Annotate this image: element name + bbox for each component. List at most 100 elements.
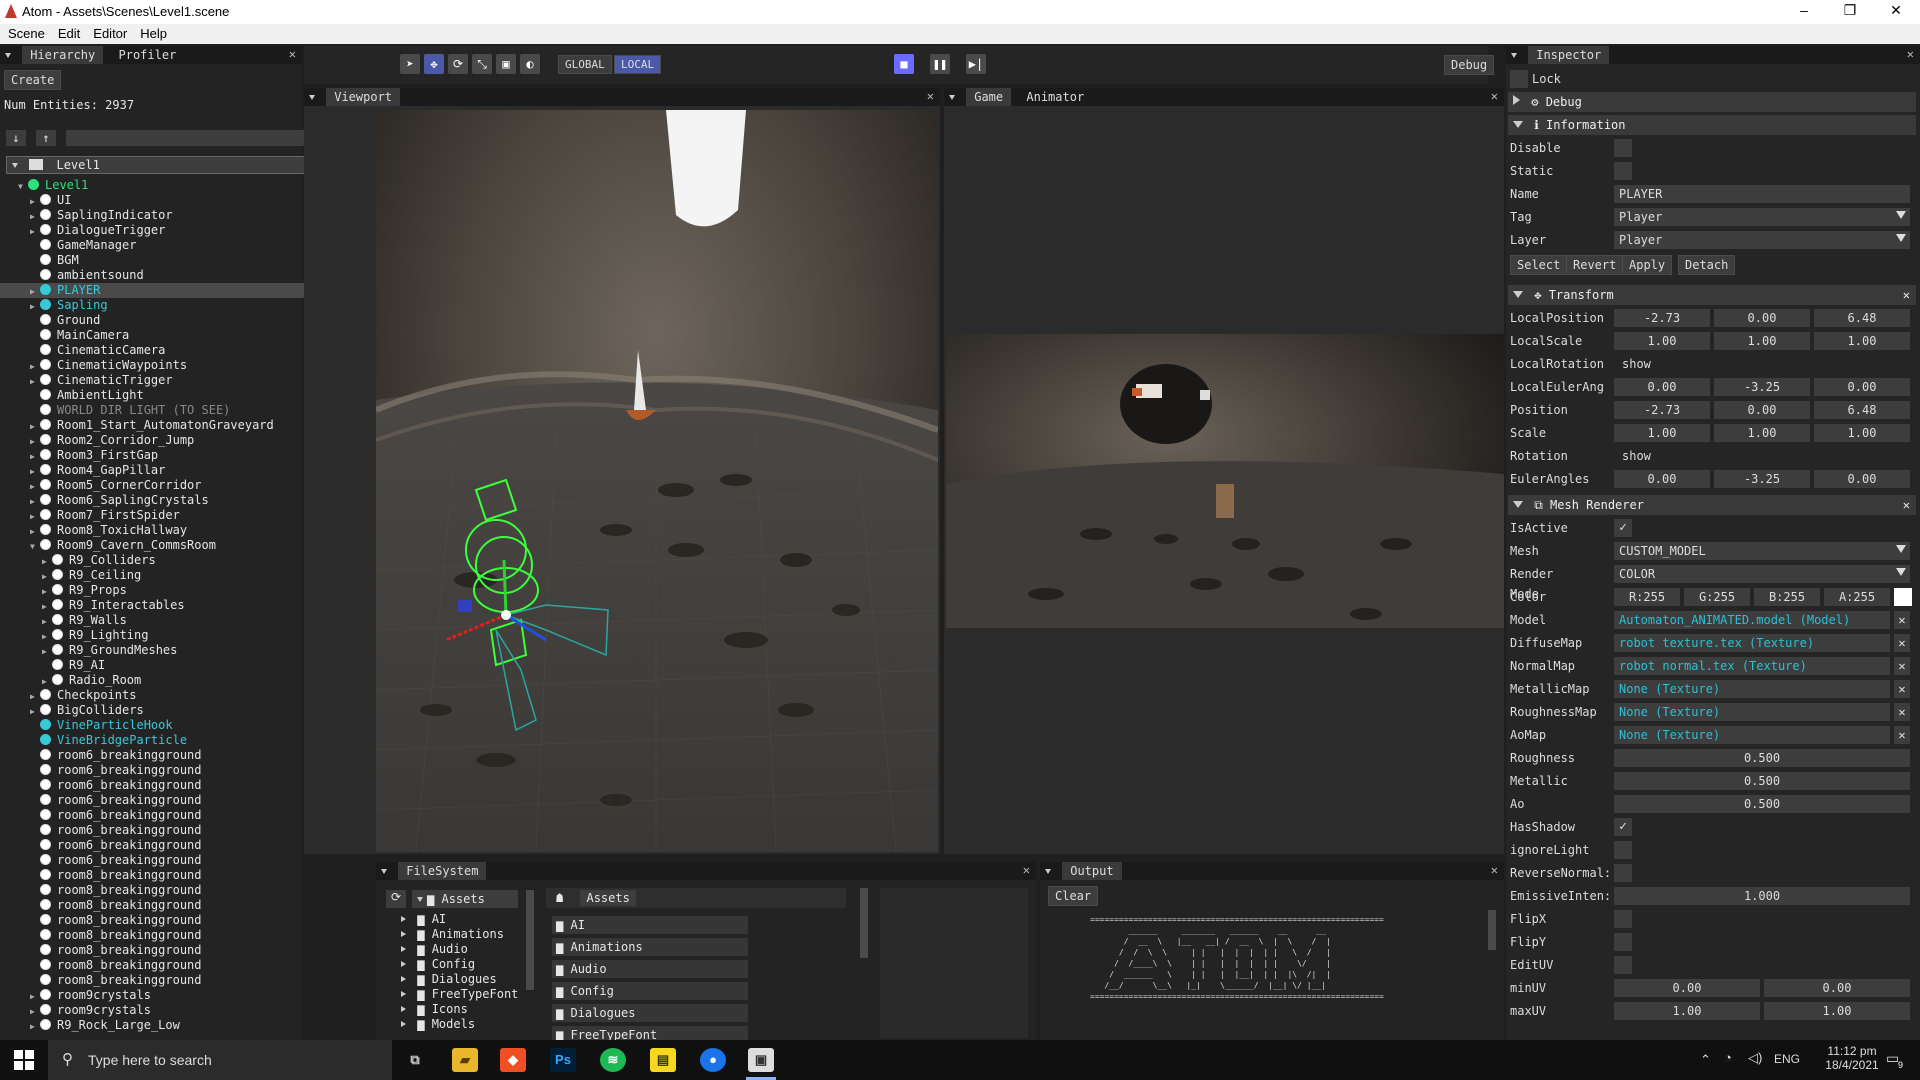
asset-slot[interactable]: robot texture.tex (Texture) (1614, 634, 1890, 652)
fs-tree-item[interactable]: ▆ Audio (396, 942, 518, 957)
tab-viewport[interactable]: Viewport (326, 88, 401, 106)
maps-icon[interactable]: ● (700, 1048, 726, 1072)
hierarchy-item[interactable]: ▼ Level1 (0, 178, 348, 193)
expanded-icon[interactable]: ▼ (18, 179, 28, 194)
asset-slot[interactable]: Automaton_ANIMATED.model (Model) (1614, 611, 1890, 629)
show-more-toggle[interactable]: show more (1622, 354, 1651, 391)
atom-editor-icon[interactable]: ▣ (748, 1048, 774, 1072)
collapsed-icon[interactable]: ▶ (30, 479, 40, 494)
clear-slot-icon[interactable]: ✕ (1894, 634, 1910, 652)
hierarchy-root-row[interactable]: Level1 (6, 156, 348, 174)
hierarchy-item[interactable]: room8_breakingground (0, 958, 348, 973)
collapsed-icon[interactable]: ▶ (30, 419, 40, 434)
color-channel-input[interactable]: R:255 (1614, 588, 1680, 606)
collapsed-icon[interactable] (401, 1021, 406, 1027)
color-channel-input[interactable]: B:255 (1754, 588, 1820, 606)
collapsed-icon[interactable]: ▶ (30, 299, 40, 314)
minuv-input[interactable]: 0.00 (1614, 979, 1760, 997)
close-icon[interactable]: ✕ (1023, 863, 1030, 877)
collapsed-icon[interactable]: ▶ (42, 599, 52, 614)
hierarchy-item[interactable]: MainCamera (0, 328, 348, 343)
hierarchy-item[interactable]: ▼ Room9_Cavern_CommsRoom (0, 538, 348, 553)
transform-value-input[interactable]: 1.00 (1614, 332, 1710, 350)
mesh-select[interactable]: CUSTOM_MODEL (1614, 542, 1910, 560)
info-detach-button[interactable]: Detach (1678, 255, 1736, 275)
clear-slot-icon[interactable]: ✕ (1894, 726, 1910, 744)
isactive-checkbox[interactable]: ✓ (1614, 519, 1632, 537)
collapsed-icon[interactable] (401, 991, 406, 997)
tag-select[interactable]: Player (1614, 208, 1910, 226)
hierarchy-item[interactable]: ▶ R9_Ceiling (0, 568, 348, 583)
option-checkbox[interactable] (1614, 933, 1632, 951)
hierarchy-search-input[interactable] (66, 130, 306, 146)
show-more-toggle[interactable]: show more (1622, 446, 1651, 483)
collapsed-icon[interactable]: ▶ (42, 584, 52, 599)
layer-select[interactable]: Player (1614, 231, 1910, 249)
clear-slot-icon[interactable]: ✕ (1894, 703, 1910, 721)
hierarchy-item[interactable]: ▶ Radio_Room (0, 673, 348, 688)
sticky-notes-icon[interactable]: ▤ (650, 1048, 676, 1072)
rect-tool-icon[interactable]: ▣ (496, 54, 516, 74)
output-scrollbar[interactable] (1488, 910, 1496, 950)
chevron-down-icon[interactable] (1896, 234, 1906, 242)
hierarchy-item[interactable]: room6_breakingground (0, 763, 348, 778)
minuv-input[interactable]: 0.00 (1764, 979, 1910, 997)
taskbar-search-box[interactable]: ⚲ Type here to search (48, 1040, 392, 1080)
option-checkbox[interactable]: ✓ (1614, 818, 1632, 836)
collapsed-icon[interactable]: ▶ (30, 1004, 40, 1019)
collapsed-icon[interactable]: ▶ (30, 194, 40, 209)
hierarchy-item[interactable]: ▶ Room4_GapPillar (0, 463, 348, 478)
hierarchy-item[interactable]: ▶ Room8_ToxicHallway (0, 523, 348, 538)
hierarchy-item[interactable]: ▶ R9_Lighting (0, 628, 348, 643)
hierarchy-item[interactable]: ▶ PLAYER (0, 283, 348, 298)
tab-profiler[interactable]: Profiler (111, 46, 185, 64)
hierarchy-item[interactable]: room8_breakingground (0, 868, 348, 883)
clear-slot-icon[interactable]: ✕ (1894, 657, 1910, 675)
fs-tree-item[interactable]: ▆ Icons (396, 1002, 518, 1017)
collapsed-icon[interactable]: ▶ (42, 644, 52, 659)
transform-section-header[interactable]: ✥ Transform ✕ (1508, 285, 1916, 305)
fs-tree-item[interactable]: ▆ Dialogues (396, 972, 518, 987)
hierarchy-item[interactable]: room6_breakingground (0, 808, 348, 823)
collapsed-icon[interactable]: ▶ (30, 449, 40, 464)
transform-value-input[interactable]: -3.25 (1714, 378, 1810, 396)
tab-game[interactable]: Game (966, 88, 1012, 106)
tab-output[interactable]: Output (1062, 862, 1122, 880)
hierarchy-item[interactable]: room8_breakingground (0, 928, 348, 943)
collapsed-icon[interactable]: ▶ (30, 524, 40, 539)
hierarchy-item[interactable]: ▶ room9crystals (0, 988, 348, 1003)
pause-icon[interactable]: ❚❚ (930, 54, 950, 74)
collapsed-icon[interactable]: ▶ (30, 494, 40, 509)
collapsed-icon[interactable]: ▶ (30, 1019, 40, 1034)
panel-menu-icon[interactable] (5, 53, 11, 58)
fs-tree-item[interactable]: ▆ Models (396, 1017, 518, 1032)
collapsed-icon[interactable]: ▶ (42, 674, 52, 689)
stop-icon[interactable]: ■ (894, 54, 914, 74)
hierarchy-item[interactable]: ▶ CinematicWaypoints (0, 358, 348, 373)
hierarchy-item[interactable]: ▶ R9_Props (0, 583, 348, 598)
select-tool-icon[interactable]: ➤ (400, 54, 420, 74)
task-view-icon[interactable]: ⧉ (402, 1048, 428, 1072)
hierarchy-item[interactable]: ▶ Room3_FirstGap (0, 448, 348, 463)
hierarchy-item[interactable]: room8_breakingground (0, 913, 348, 928)
panel-menu-icon[interactable] (949, 95, 955, 100)
fs-list-scrollbar[interactable] (860, 888, 868, 958)
hierarchy-item[interactable]: AmbientLight (0, 388, 348, 403)
transform-value-input[interactable]: 0.00 (1614, 470, 1710, 488)
hierarchy-item[interactable]: ▶ BigColliders (0, 703, 348, 718)
tray-chevron-icon[interactable]: ⌃ (1700, 1052, 1711, 1068)
minimize-button[interactable]: – (1784, 2, 1824, 18)
clear-slot-icon[interactable]: ✕ (1894, 611, 1910, 629)
transform-value-input[interactable]: 1.00 (1614, 424, 1710, 442)
maximize-button[interactable]: ❐ (1830, 2, 1870, 19)
expanded-icon[interactable]: ▼ (30, 539, 40, 554)
close-icon[interactable]: ✕ (927, 89, 934, 103)
transform-value-input[interactable]: 0.00 (1714, 309, 1810, 327)
hierarchy-item[interactable]: ▶ R9_GroundMeshes (0, 643, 348, 658)
hierarchy-item[interactable]: ▶ room9crystals (0, 1003, 348, 1018)
collapsed-icon[interactable] (401, 931, 406, 937)
transform-value-input[interactable]: 1.00 (1714, 424, 1810, 442)
lock-checkbox[interactable] (1510, 70, 1528, 88)
transform-value-input[interactable]: -2.73 (1614, 309, 1710, 327)
hierarchy-item[interactable]: room6_breakingground (0, 778, 348, 793)
